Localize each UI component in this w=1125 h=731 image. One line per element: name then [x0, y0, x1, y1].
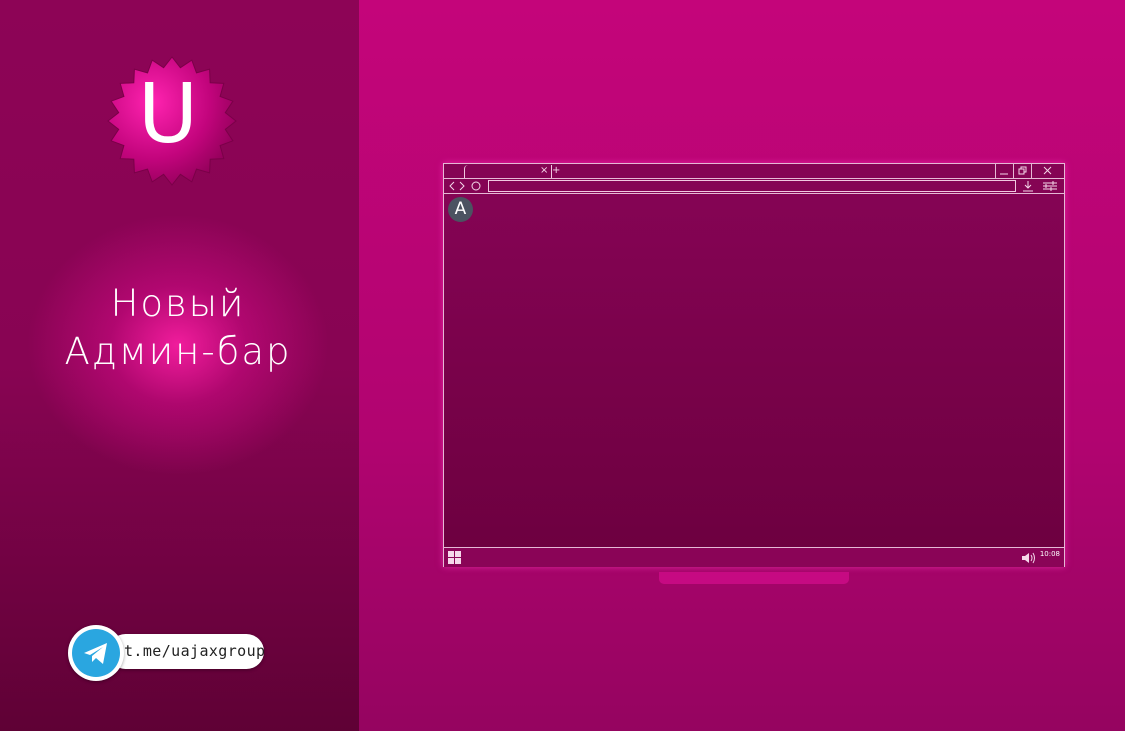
minimize-icon[interactable] — [998, 166, 1010, 176]
taskbar-clock: 10:08 — [1039, 550, 1060, 558]
telegram-icon[interactable] — [72, 629, 120, 677]
telegram-icon-wrap[interactable] — [68, 625, 124, 681]
back-icon[interactable] — [449, 181, 455, 191]
telegram-link-text[interactable]: t.me/uajaxgroup — [124, 642, 265, 660]
page-title: Новый Админ-бар — [0, 280, 356, 376]
title-line-2: Админ-бар — [64, 330, 292, 373]
address-bar[interactable] — [488, 180, 1016, 192]
navigation-bar — [444, 179, 1064, 194]
settings-icon[interactable] — [1042, 180, 1058, 192]
title-line-1: Новый — [110, 282, 246, 325]
tab-bar: × + — [444, 164, 1064, 179]
browser-mockup: × + A 10:08 — [443, 163, 1065, 567]
monitor-stand — [659, 572, 849, 584]
close-icon[interactable] — [1042, 166, 1054, 176]
tab-close-icon[interactable]: × — [540, 165, 548, 177]
restore-icon[interactable] — [1016, 166, 1028, 176]
forward-icon[interactable] — [459, 181, 465, 191]
promo-sidebar: U Новый Админ-бар t.me/uajaxgroup — [0, 0, 359, 731]
admin-bar-avatar[interactable]: A — [448, 197, 473, 222]
new-tab-icon[interactable]: + — [552, 165, 560, 177]
volume-icon[interactable] — [1021, 552, 1037, 564]
download-icon[interactable] — [1021, 180, 1035, 192]
start-menu-icon[interactable] — [448, 551, 461, 564]
badge-letter: U — [137, 67, 199, 162]
browser-window: × + A 10:08 — [443, 163, 1065, 567]
reload-icon[interactable] — [471, 181, 481, 191]
taskbar: 10:08 — [444, 547, 1064, 567]
browser-tab[interactable] — [464, 165, 552, 178]
brand-badge: U — [105, 54, 239, 188]
